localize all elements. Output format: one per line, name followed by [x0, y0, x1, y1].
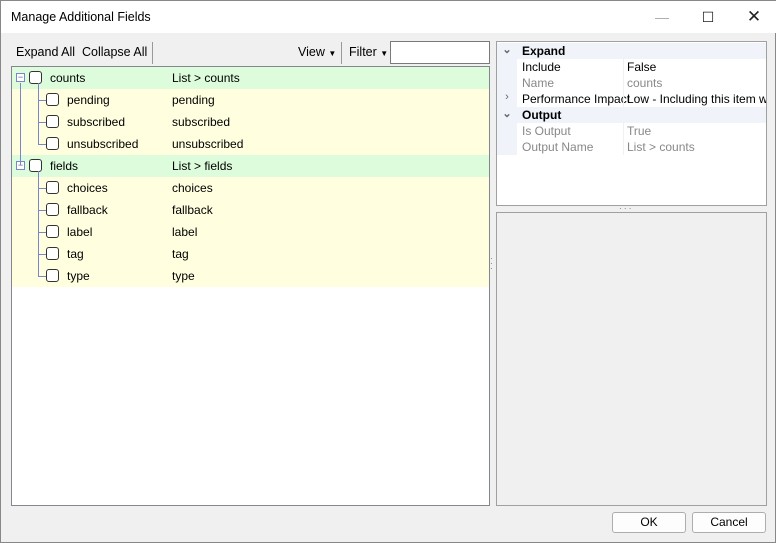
property-value: List > counts — [627, 140, 695, 154]
cancel-button[interactable]: Cancel — [692, 512, 766, 533]
checkbox[interactable] — [46, 137, 59, 150]
property-grid[interactable]: ⌄ Expand Include False Name counts › Perform… — [496, 41, 767, 206]
property-value: True — [627, 124, 652, 138]
tree-row-child[interactable]: tag tag — [12, 243, 489, 265]
field-label: subscribed — [67, 115, 126, 129]
collapse-icon[interactable]: − — [16, 73, 25, 82]
filter-label: Filter — [349, 45, 377, 59]
chevron-right-icon[interactable]: › — [497, 91, 517, 107]
tree-connector — [38, 171, 39, 276]
property-output-name: Output Name List > counts — [497, 139, 766, 155]
property-name: Output Name — [522, 140, 594, 154]
field-path: fallback — [172, 203, 213, 217]
property-name: Include — [522, 60, 561, 74]
expand-all-button[interactable]: Expand All — [16, 45, 75, 59]
close-icon[interactable]: ✕ — [731, 1, 776, 33]
property-value: Low - Including this item will h — [627, 92, 766, 106]
tree-row-parent[interactable]: − counts List > counts — [12, 67, 489, 89]
title-bar: Manage Additional Fields — ☐ ✕ — [1, 1, 776, 33]
tree-connector — [20, 83, 21, 165]
checkbox[interactable] — [46, 115, 59, 128]
field-label: tag — [67, 247, 84, 261]
property-performance-impact[interactable]: › Performance Impact Low - Including this … — [497, 91, 766, 107]
property-value: counts — [627, 76, 663, 90]
field-label: fields — [50, 159, 79, 173]
tree-row-child[interactable]: type type — [12, 265, 489, 287]
description-panel — [496, 212, 767, 506]
maximize-icon[interactable]: ☐ — [685, 1, 731, 33]
property-value[interactable]: False — [627, 60, 766, 74]
tree-connector — [38, 83, 39, 144]
field-label: fallback — [67, 203, 108, 217]
checkbox[interactable] — [46, 269, 59, 282]
field-path: tag — [172, 247, 189, 261]
field-path: List > counts — [172, 71, 240, 85]
property-name: Performance Impact — [522, 92, 631, 106]
field-path: unsubscribed — [172, 137, 244, 151]
field-label: unsubscribed — [67, 137, 139, 151]
checkbox[interactable] — [46, 203, 59, 216]
category-output[interactable]: ⌄ Output — [497, 107, 766, 123]
tree-row-child[interactable]: label label — [12, 221, 489, 243]
field-path: label — [172, 225, 198, 239]
tree-row-child[interactable]: choices choices — [12, 177, 489, 199]
toolbar-divider — [152, 42, 153, 64]
tree-row-parent[interactable]: − fields List > fields — [12, 155, 489, 177]
filter-input[interactable] — [390, 41, 490, 64]
caret-down-icon: ▼ — [380, 49, 389, 58]
category-label: Output — [522, 108, 562, 122]
field-label: pending — [67, 93, 110, 107]
checkbox[interactable] — [46, 181, 59, 194]
chevron-down-icon[interactable]: ⌄ — [497, 107, 517, 123]
checkbox[interactable] — [46, 225, 59, 238]
field-label: type — [67, 269, 90, 283]
window-title: Manage Additional Fields — [11, 10, 151, 24]
checkbox[interactable] — [46, 93, 59, 106]
category-label: Expand — [522, 44, 566, 58]
tree-row-child[interactable]: unsubscribed unsubscribed — [12, 133, 489, 155]
property-is-output: Is Output True — [497, 123, 766, 139]
field-tree[interactable]: − counts List > counts pending pending subscr… — [11, 66, 490, 506]
chevron-down-icon[interactable]: ⌄ — [497, 43, 517, 59]
caret-down-icon: ▼ — [328, 49, 337, 58]
collapse-all-button[interactable]: Collapse All — [82, 45, 147, 59]
property-name-row: Name counts — [497, 75, 766, 91]
checkbox[interactable] — [29, 159, 42, 172]
toolbar-divider — [341, 42, 342, 64]
view-dropdown[interactable]: View ▼ — [298, 45, 336, 59]
property-name: Is Output — [522, 124, 571, 138]
filter-dropdown[interactable]: Filter ▼ — [349, 45, 388, 59]
view-label: View — [298, 45, 325, 59]
property-name: Name — [522, 76, 555, 90]
field-path: type — [172, 269, 195, 283]
tree-row-child[interactable]: fallback fallback — [12, 199, 489, 221]
ok-button[interactable]: OK — [612, 512, 686, 533]
field-path: List > fields — [172, 159, 233, 173]
field-label: choices — [67, 181, 108, 195]
field-path: choices — [172, 181, 213, 195]
field-path: pending — [172, 93, 215, 107]
minimize-icon[interactable]: — — [639, 1, 685, 33]
tree-row-child[interactable]: pending pending — [12, 89, 489, 111]
tree-row-child[interactable]: subscribed subscribed — [12, 111, 489, 133]
checkbox[interactable] — [46, 247, 59, 260]
field-label: counts — [50, 71, 86, 85]
property-include[interactable]: Include False — [497, 59, 766, 75]
field-path: subscribed — [172, 115, 231, 129]
checkbox[interactable] — [29, 71, 42, 84]
category-expand[interactable]: ⌄ Expand — [497, 43, 766, 59]
field-label: label — [67, 225, 93, 239]
